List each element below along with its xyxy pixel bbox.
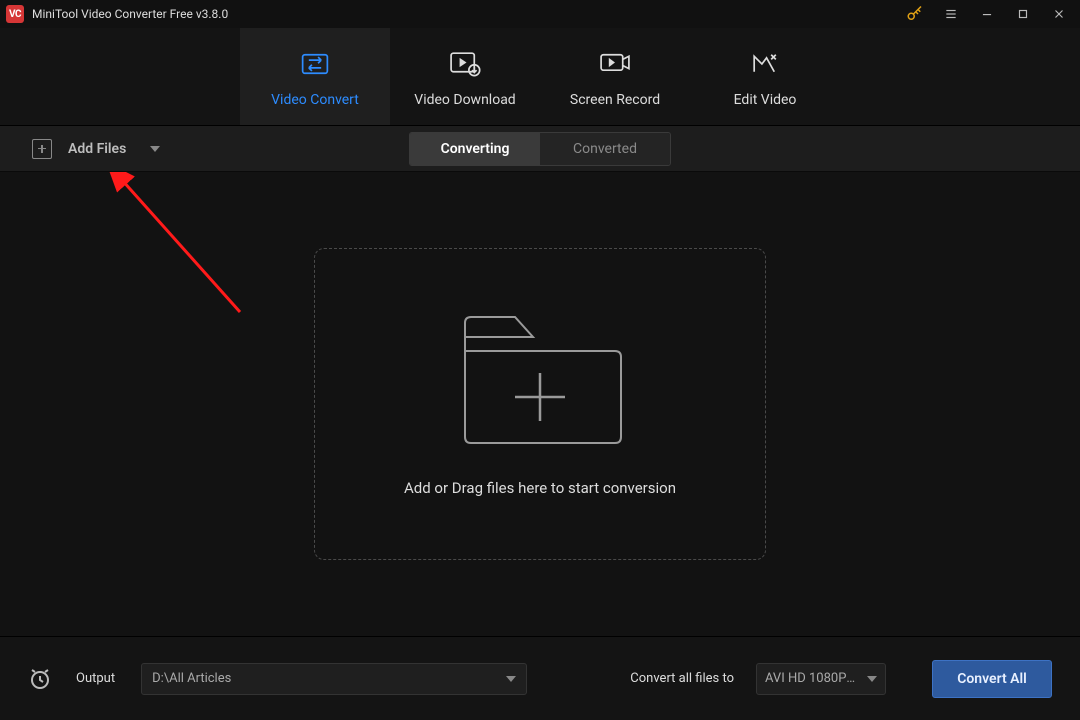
- tab-video-download[interactable]: Video Download: [390, 28, 540, 125]
- output-path-select[interactable]: D:\All Articles: [141, 663, 527, 695]
- key-icon[interactable]: [898, 0, 932, 28]
- tab-edit-video[interactable]: Edit Video: [690, 28, 840, 125]
- app-window: VC MiniTool Video Converter Free v3.8.0: [0, 0, 1080, 720]
- segment-converting[interactable]: Converting: [410, 133, 540, 165]
- app-title: MiniTool Video Converter Free v3.8.0: [32, 7, 898, 21]
- add-files-button[interactable]: Add Files: [0, 139, 180, 159]
- convert-all-button[interactable]: Convert All: [932, 660, 1052, 698]
- tab-label: Video Download: [414, 92, 515, 108]
- output-format-value: AVI HD 1080PCu: [765, 671, 861, 686]
- convert-status-segments: Converting Converted: [409, 132, 671, 166]
- folder-plus-icon: [455, 311, 625, 451]
- annotation-arrow: [108, 172, 288, 352]
- main-tabs: Video Convert Video Download: [0, 28, 1080, 126]
- convert-all-label: Convert all files to: [630, 671, 734, 686]
- download-icon: [448, 46, 482, 82]
- footer: Output D:\All Articles Convert all files…: [0, 636, 1080, 720]
- add-files-label: Add Files: [68, 141, 126, 157]
- drop-zone-text: Add or Drag files here to start conversi…: [404, 479, 676, 497]
- titlebar: VC MiniTool Video Converter Free v3.8.0: [0, 0, 1080, 28]
- record-icon: [598, 46, 632, 82]
- close-button[interactable]: [1042, 0, 1076, 28]
- tab-screen-record[interactable]: Screen Record: [540, 28, 690, 125]
- maximize-button[interactable]: [1006, 0, 1040, 28]
- output-format-select[interactable]: AVI HD 1080PCu: [756, 663, 886, 695]
- minimize-button[interactable]: [970, 0, 1004, 28]
- convert-icon: [298, 46, 332, 82]
- timer-icon[interactable]: [28, 667, 52, 691]
- chevron-down-icon[interactable]: [150, 146, 160, 152]
- tab-label: Video Convert: [271, 92, 359, 108]
- menu-icon[interactable]: [934, 0, 968, 28]
- content-area: Add or Drag files here to start conversi…: [0, 172, 1080, 636]
- app-logo-icon: VC: [6, 5, 24, 23]
- drop-zone[interactable]: Add or Drag files here to start conversi…: [314, 248, 766, 560]
- tab-video-convert[interactable]: Video Convert: [240, 28, 390, 125]
- segment-converted[interactable]: Converted: [540, 133, 670, 165]
- chevron-down-icon: [867, 676, 877, 682]
- subbar: Add Files Converting Converted: [0, 126, 1080, 172]
- output-path-value: D:\All Articles: [152, 671, 506, 686]
- chevron-down-icon: [506, 676, 516, 682]
- titlebar-buttons: [898, 0, 1076, 28]
- tab-label: Screen Record: [570, 92, 660, 108]
- tab-label: Edit Video: [734, 92, 797, 108]
- add-file-icon: [32, 139, 52, 159]
- edit-icon: [748, 46, 782, 82]
- output-label: Output: [76, 671, 115, 686]
